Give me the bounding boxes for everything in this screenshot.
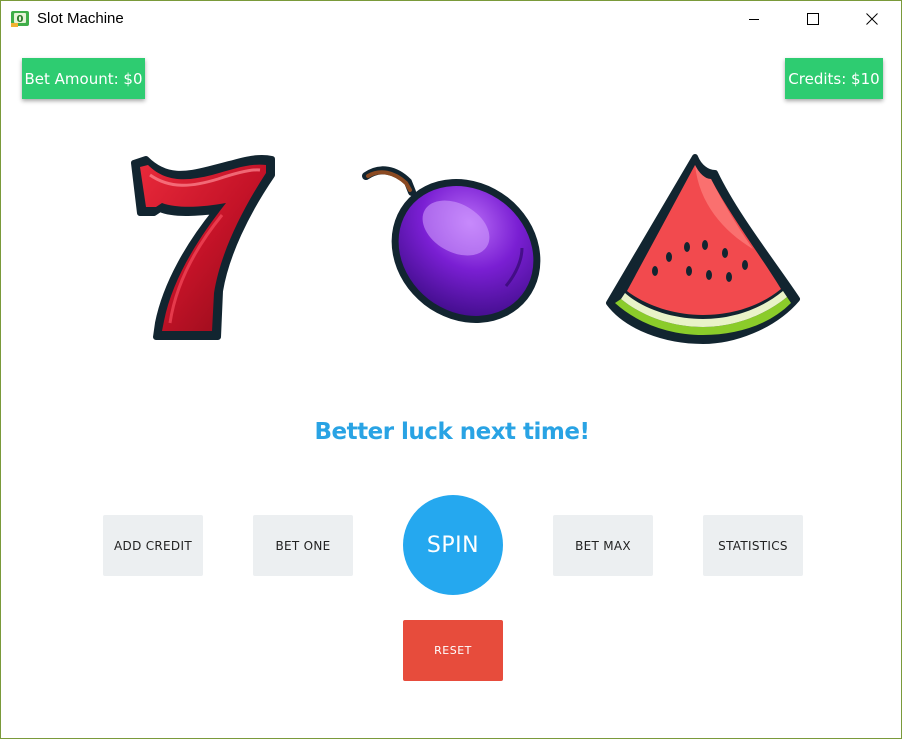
close-button[interactable]	[849, 1, 895, 37]
window-title: Slot Machine	[37, 10, 124, 27]
bet-max-button[interactable]: BET MAX	[553, 515, 653, 576]
reset-button[interactable]: RESET	[403, 620, 503, 681]
slot-machine-window: 0 Slot Machine Bet Amount: $0 Credits: $…	[0, 0, 902, 739]
minimize-icon	[749, 19, 759, 20]
maximize-button[interactable]	[790, 1, 836, 37]
app-icon: 0	[11, 11, 29, 27]
credits-badge: Credits: $10	[785, 58, 883, 99]
minimize-button[interactable]	[731, 1, 777, 37]
seven-icon	[131, 154, 275, 340]
add-credit-button[interactable]: ADD CREDIT	[103, 515, 203, 576]
result-message: Better luck next time!	[314, 419, 590, 445]
watermelon-icon	[606, 154, 800, 344]
spin-button[interactable]: SPIN	[403, 495, 503, 595]
maximize-icon	[807, 13, 819, 25]
bet-one-button[interactable]: BET ONE	[253, 515, 353, 576]
title-bar[interactable]: 0 Slot Machine	[1, 1, 901, 37]
statistics-button[interactable]: STATISTICS	[703, 515, 803, 576]
close-icon	[866, 13, 878, 25]
bet-amount-badge: Bet Amount: $0	[22, 58, 145, 99]
plum-icon	[362, 166, 541, 323]
